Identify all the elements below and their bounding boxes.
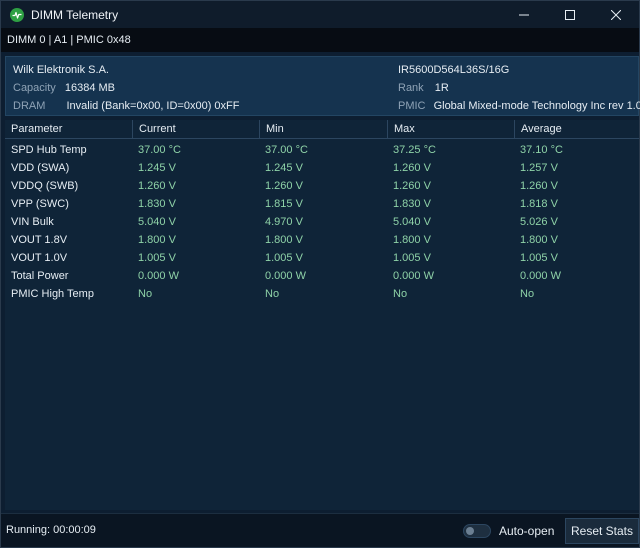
dimm-selector-header: DIMM 0 | A1 | PMIC 0x48	[1, 28, 639, 52]
row-max: 0.000 W	[393, 270, 434, 282]
row-average: 5.026 V	[520, 216, 558, 228]
row-max: 1.260 V	[393, 180, 431, 192]
row-parameter: VDDQ (SWB)	[11, 180, 79, 192]
row-max: 1.005 V	[393, 252, 431, 264]
row-min: No	[265, 288, 280, 300]
row-min: 1.245 V	[265, 162, 303, 174]
row-parameter: VIN Bulk	[11, 216, 54, 228]
telemetry-table: Parameter Current Min Max Average SPD Hu…	[5, 120, 639, 510]
window-controls	[501, 1, 639, 28]
reset-stats-label: Reset Stats	[570, 524, 634, 538]
reset-stats-button[interactable]: Reset Stats	[565, 518, 639, 544]
table-row[interactable]: VOUT 1.0V 1.005 V 1.005 V 1.005 V 1.005 …	[5, 249, 639, 267]
row-average: No	[520, 288, 535, 300]
row-current: 0.000 W	[138, 270, 179, 282]
module-info-panel: Wilk Elektronik S.A. IR5600D564L36S/16G …	[5, 56, 640, 116]
dimm-identifier: DIMM 0 | A1 | PMIC 0x48	[7, 34, 131, 46]
row-average: 1.005 V	[520, 252, 558, 264]
part-number-value: IR5600D564L36S/16G	[398, 64, 510, 76]
row-min: 1.260 V	[265, 180, 303, 192]
table-header: Parameter Current Min Max Average	[5, 120, 639, 139]
table-row[interactable]: VIN Bulk 5.040 V 4.970 V 5.040 V 5.026 V	[5, 213, 639, 231]
row-parameter: PMIC High Temp	[11, 288, 94, 300]
row-parameter: VDD (SWA)	[11, 162, 70, 174]
rank-label: Rank	[398, 82, 424, 94]
pmic-row: PMIC Global Mixed-mode Technology Inc re…	[398, 100, 640, 112]
toggle-knob	[466, 527, 474, 535]
dram-row: DRAM Invalid (Bank=0x00, ID=0x00) 0xFF	[13, 100, 239, 112]
minimize-button[interactable]	[501, 1, 547, 28]
row-current: 1.260 V	[138, 180, 176, 192]
status-bar: Running: 00:00:09 Auto-open Reset Stats	[1, 513, 639, 547]
table-row[interactable]: PMIC High Temp No No No No	[5, 285, 639, 303]
title-bar[interactable]: DIMM Telemetry	[1, 1, 639, 28]
row-min: 4.970 V	[265, 216, 303, 228]
table-row[interactable]: VDDQ (SWB) 1.260 V 1.260 V 1.260 V 1.260…	[5, 177, 639, 195]
row-parameter: VPP (SWC)	[11, 198, 69, 210]
column-header-average[interactable]: Average	[514, 120, 639, 139]
dram-value: Invalid (Bank=0x00, ID=0x00) 0xFF	[66, 100, 240, 112]
rank-value: 1R	[434, 82, 449, 94]
row-parameter: SPD Hub Temp	[11, 144, 87, 156]
row-current: 1.005 V	[138, 252, 176, 264]
auto-open-label: Auto-open	[499, 524, 555, 538]
auto-open-toggle[interactable]	[463, 524, 491, 538]
close-icon	[611, 9, 621, 20]
row-min: 1.005 V	[265, 252, 303, 264]
close-button[interactable]	[593, 1, 639, 28]
row-current: 37.00 °C	[138, 144, 181, 156]
table-row[interactable]: VPP (SWC) 1.830 V 1.815 V 1.830 V 1.818 …	[5, 195, 639, 213]
capacity-label: Capacity	[13, 82, 56, 94]
row-average: 0.000 W	[520, 270, 561, 282]
row-max: 37.25 °C	[393, 144, 436, 156]
table-row[interactable]: Total Power 0.000 W 0.000 W 0.000 W 0.00…	[5, 267, 639, 285]
pmic-label: PMIC	[398, 100, 426, 112]
manufacturer-row: Wilk Elektronik S.A.	[13, 64, 109, 76]
row-current: 1.830 V	[138, 198, 176, 210]
row-average: 1.818 V	[520, 198, 558, 210]
row-max: 1.260 V	[393, 162, 431, 174]
row-min: 37.00 °C	[265, 144, 308, 156]
row-parameter: VOUT 1.0V	[11, 252, 68, 264]
row-current: 5.040 V	[138, 216, 176, 228]
manufacturer-value: Wilk Elektronik S.A.	[13, 64, 109, 76]
maximize-icon	[565, 9, 575, 20]
window-title: DIMM Telemetry	[31, 7, 119, 22]
table-row[interactable]: VDD (SWA) 1.245 V 1.245 V 1.260 V 1.257 …	[5, 159, 639, 177]
maximize-button[interactable]	[547, 1, 593, 28]
row-max: No	[393, 288, 408, 300]
rank-row: Rank 1R	[398, 82, 449, 94]
row-average: 1.260 V	[520, 180, 558, 192]
row-min: 1.800 V	[265, 234, 303, 246]
row-max: 5.040 V	[393, 216, 431, 228]
row-parameter: Total Power	[11, 270, 69, 282]
row-current: No	[138, 288, 153, 300]
row-parameter: VOUT 1.8V	[11, 234, 68, 246]
row-current: 1.245 V	[138, 162, 176, 174]
dram-label: DRAM	[13, 100, 46, 112]
column-header-current[interactable]: Current	[132, 120, 259, 139]
row-current: 1.800 V	[138, 234, 176, 246]
column-header-min[interactable]: Min	[259, 120, 386, 139]
row-max: 1.830 V	[393, 198, 431, 210]
part-number-row: IR5600D564L36S/16G	[398, 64, 509, 76]
minimize-icon	[519, 14, 529, 15]
running-timer: Running: 00:00:09	[6, 524, 96, 536]
table-row[interactable]: SPD Hub Temp 37.00 °C 37.00 °C 37.25 °C …	[5, 141, 639, 159]
row-average: 37.10 °C	[520, 144, 563, 156]
pmic-value: Global Mixed-mode Technology Inc rev 1.0	[433, 100, 640, 112]
pulse-icon	[10, 7, 24, 22]
column-header-parameter[interactable]: Parameter	[5, 120, 132, 139]
row-average: 1.257 V	[520, 162, 558, 174]
app-window: DIMM Telemetry DIMM 0 | A1 | PMIC 0x48 W…	[0, 0, 640, 548]
row-min: 0.000 W	[265, 270, 306, 282]
row-max: 1.800 V	[393, 234, 431, 246]
row-min: 1.815 V	[265, 198, 303, 210]
capacity-value: 16384 MB	[64, 82, 116, 94]
capacity-row: Capacity 16384 MB	[13, 82, 115, 94]
table-row[interactable]: VOUT 1.8V 1.800 V 1.800 V 1.800 V 1.800 …	[5, 231, 639, 249]
row-average: 1.800 V	[520, 234, 558, 246]
column-header-max[interactable]: Max	[387, 120, 514, 139]
